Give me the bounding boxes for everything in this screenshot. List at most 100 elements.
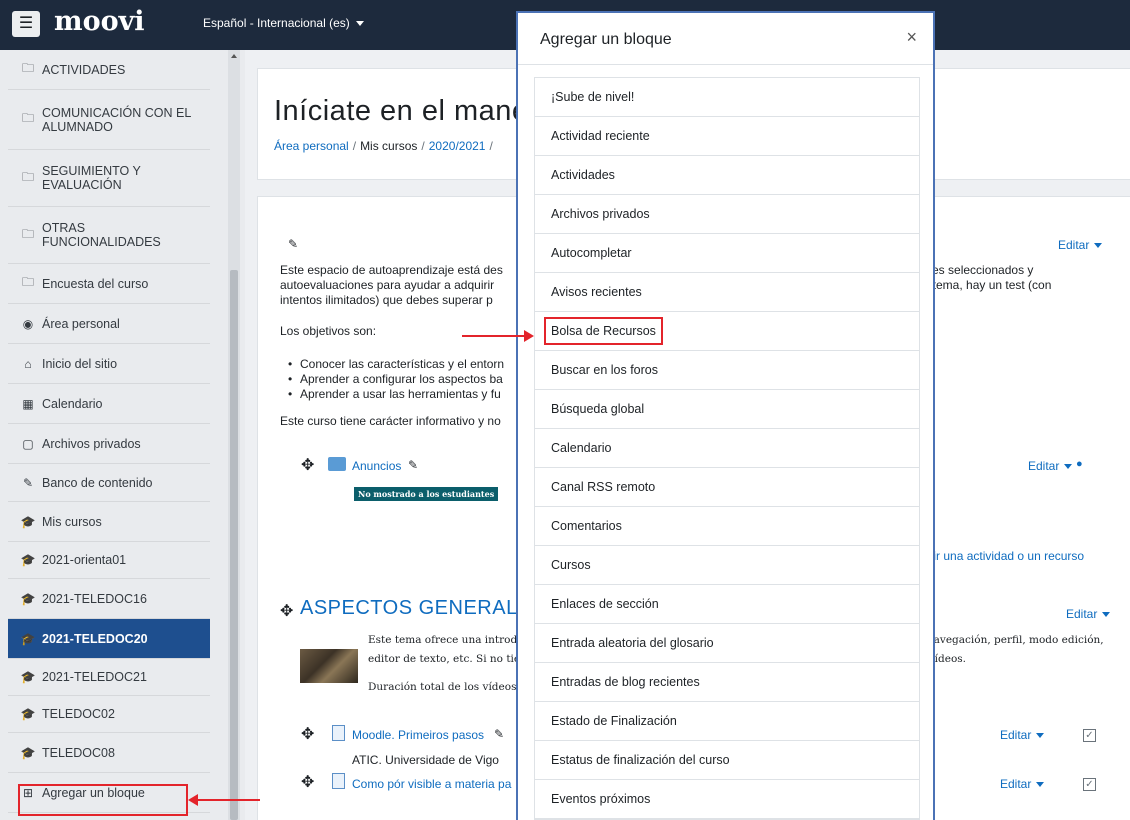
section-title[interactable]: ASPECTOS GENERALES xyxy=(300,597,545,620)
edit-menu-activity[interactable]: Editar xyxy=(1000,728,1045,742)
pencil-icon[interactable]: ✎ xyxy=(494,727,504,741)
chevron-down-icon xyxy=(1036,782,1045,788)
block-option[interactable]: Enlaces de sección xyxy=(535,585,919,624)
brush-icon: ✎ xyxy=(22,475,34,490)
objectives-label: Los objetivos son: xyxy=(280,324,377,338)
block-option[interactable]: Eventos próximos xyxy=(535,780,919,819)
move-icon[interactable]: ✥ xyxy=(301,772,314,792)
move-icon[interactable]: ✥ xyxy=(301,455,314,475)
block-option[interactable]: Actividad reciente xyxy=(535,117,919,156)
block-option[interactable]: Bolsa de Recursos xyxy=(535,312,919,351)
block-option[interactable]: Calendario xyxy=(535,429,919,468)
block-option[interactable]: Actividades xyxy=(535,156,919,195)
pencil-icon[interactable]: ✎ xyxy=(408,458,418,472)
site-logo[interactable]: moovi xyxy=(54,6,145,37)
drawer-item[interactable]: 🗀 Encuesta del curso xyxy=(8,264,210,304)
drawer-item[interactable]: 🗀 ACTIVIDADES xyxy=(8,50,210,90)
intro-line: iales seleccionados y xyxy=(920,263,1034,277)
calendar-icon: ▦ xyxy=(22,396,34,411)
drawer-item[interactable]: 🎓 2021-TELEDOC21 xyxy=(8,659,210,696)
block-option[interactable]: Avisos recientes xyxy=(535,273,919,312)
drawer-item[interactable]: 🎓 TELEDOC08 xyxy=(8,733,210,773)
block-option-label: Actividad reciente xyxy=(551,129,650,143)
block-option[interactable]: Entrada aleatoria del glosario xyxy=(535,624,919,663)
drawer-item[interactable]: ✎ Banco de contenido xyxy=(8,464,210,502)
block-option[interactable]: Autocompletar xyxy=(535,234,919,273)
user-icon[interactable]: ● xyxy=(1076,458,1083,470)
breadcrumb-item[interactable]: Mis cursos xyxy=(360,139,417,153)
drawer-item[interactable]: 🗀 OTRAS FUNCIONALIDADES xyxy=(8,207,210,264)
block-option-label: Archivos privados xyxy=(551,207,650,221)
drawer-item-label: SEGUIMIENTO Y EVALUACIÓN xyxy=(42,164,141,192)
block-option[interactable]: Cursos xyxy=(535,546,919,585)
move-icon[interactable]: ✥ xyxy=(280,601,293,621)
drawer-item-label: TELEDOC02 xyxy=(42,707,115,721)
drawer-item-label: Inicio del sitio xyxy=(42,356,118,371)
add-block-modal: Agregar un bloque × ¡Sube de nivel! Activ… xyxy=(516,11,935,820)
drawer-item[interactable]: 🎓 2021-orienta01 xyxy=(8,542,210,579)
scrollbar-thumb[interactable] xyxy=(230,270,238,820)
hidden-badge: No mostrado a los estudiantes xyxy=(354,487,499,501)
drawer-item-label: Mis cursos xyxy=(42,514,102,529)
drawer-item-label: Archivos privados xyxy=(42,436,141,451)
drawer-item[interactable]: ▢ Archivos privados xyxy=(8,424,210,464)
menu-toggle-button[interactable]: ☰ xyxy=(12,11,40,37)
drawer-scrollbar[interactable] xyxy=(228,50,240,820)
drawer-item-label: ACTIVIDADES xyxy=(42,62,126,77)
block-option[interactable]: Archivos privados xyxy=(535,195,919,234)
forum-icon xyxy=(328,457,346,471)
breadcrumb-item[interactable]: Área personal xyxy=(274,139,349,153)
block-option[interactable]: Buscar en los foros xyxy=(535,351,919,390)
block-option-label: Calendario xyxy=(551,441,612,455)
activity-link[interactable]: Moodle. Primeiros pasos xyxy=(352,728,484,742)
block-option-label: Entrada aleatoria del glosario xyxy=(551,636,714,650)
objective-item: Conocer las características y el entorn xyxy=(300,357,505,371)
pencil-icon[interactable]: ✎ xyxy=(288,237,298,251)
edit-menu-activity[interactable]: Editar xyxy=(1000,777,1045,791)
drawer-item-label: 2021-TELEDOC20 xyxy=(42,631,148,646)
block-option-label: Enlaces de sección xyxy=(551,597,659,611)
block-option[interactable]: Búsqueda global xyxy=(535,390,919,429)
chevron-down-icon xyxy=(1094,243,1103,249)
block-option[interactable]: Estado de Finalización xyxy=(535,702,919,741)
breadcrumb-item[interactable]: 2020/2021 xyxy=(429,139,486,153)
edit-menu-announcements[interactable]: Editar xyxy=(1028,459,1073,473)
section-line: Duración total de los vídeos: 18 xyxy=(368,681,537,693)
drawer-item[interactable]: ▦ Calendario xyxy=(8,384,210,424)
objective-item: Aprender a configurar los aspectos ba xyxy=(300,372,503,386)
language-selector[interactable]: Español - Internacional (es) xyxy=(203,16,364,30)
add-activity-link[interactable]: adir una actividad o un recurso xyxy=(920,549,1084,563)
drawer-item[interactable]: 🗀 SEGUIMIENTO Y EVALUACIÓN xyxy=(8,150,210,207)
drawer-item[interactable]: 🎓 Mis cursos xyxy=(8,502,210,542)
edit-menu-section[interactable]: Editar xyxy=(1066,607,1111,621)
completion-checkbox-icon[interactable]: ✓ xyxy=(1083,778,1096,791)
scroll-up-arrow-icon[interactable] xyxy=(231,54,237,58)
announcements-link[interactable]: Anuncios xyxy=(352,459,401,473)
folder-icon: 🗀 xyxy=(21,111,34,125)
drawer-item[interactable]: ⌂ Inicio del sitio xyxy=(8,344,210,384)
completion-checkbox-icon[interactable]: ✓ xyxy=(1083,729,1096,742)
activity-description: ATIC. Universidade de Vigo xyxy=(352,753,499,767)
activity-link[interactable]: Como pór visible a materia pa xyxy=(352,777,511,791)
block-option[interactable]: Entradas de blog recientes xyxy=(535,663,919,702)
block-option-label: Actividades xyxy=(551,168,615,182)
block-option-label: Eventos próximos xyxy=(551,792,651,806)
block-option[interactable]: ¡Sube de nivel! xyxy=(535,78,919,117)
drawer-item[interactable]: 🎓 TELEDOC02 xyxy=(8,696,210,733)
character-line: Este curso tiene carácter informativo y … xyxy=(280,414,501,428)
block-option[interactable]: Estatus de finalización del curso xyxy=(535,741,919,780)
file-icon: ▢ xyxy=(22,436,34,451)
block-option-label: Avisos recientes xyxy=(551,285,642,299)
move-icon[interactable]: ✥ xyxy=(301,724,314,744)
drawer-item[interactable]: 🎓 2021-TELEDOC16 xyxy=(8,579,210,619)
edit-menu-summary[interactable]: Editar xyxy=(1058,238,1103,252)
drawer-item[interactable]: 🗀 COMUNICACIÓN CON EL ALUMNADO xyxy=(8,90,210,150)
close-icon[interactable]: × xyxy=(906,27,917,48)
drawer-item-label: 2021-orienta01 xyxy=(42,553,127,567)
intro-line: intentos ilimitados) que debes superar p xyxy=(280,293,493,307)
block-option[interactable]: Comentarios xyxy=(535,507,919,546)
drawer-item[interactable]: 🎓 2021-TELEDOC20 xyxy=(8,619,210,659)
drawer-item[interactable]: ◉ Área personal xyxy=(8,304,210,344)
block-option[interactable]: Canal RSS remoto xyxy=(535,468,919,507)
annotation-arrow-head xyxy=(524,330,534,342)
